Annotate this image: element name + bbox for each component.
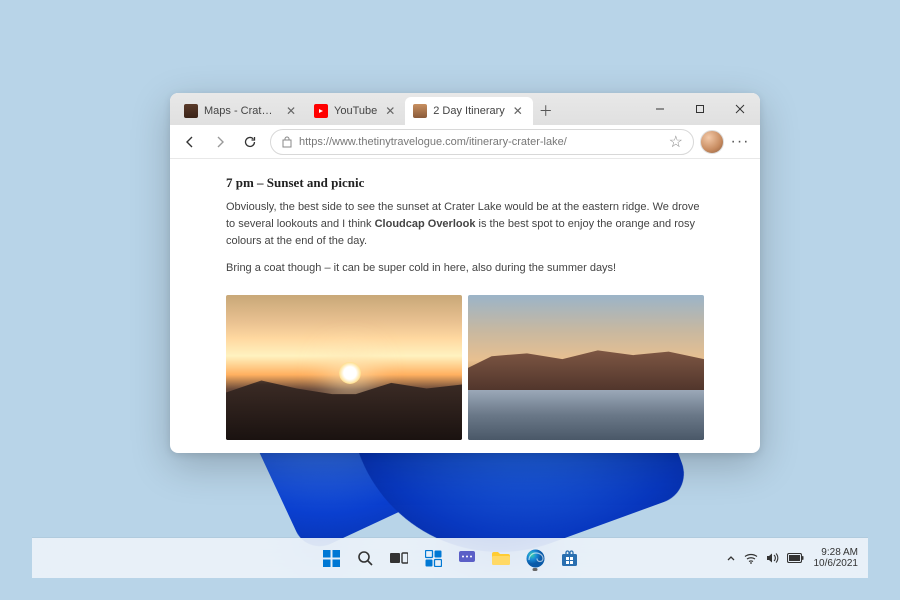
article-paragraph: Bring a coat though – it can be super co… bbox=[226, 260, 704, 277]
forward-button[interactable] bbox=[206, 128, 234, 156]
nps-icon bbox=[184, 104, 198, 118]
more-menu-button[interactable]: ··· bbox=[726, 128, 754, 156]
edge-button[interactable] bbox=[521, 544, 549, 572]
system-tray[interactable] bbox=[726, 552, 804, 564]
close-window-button[interactable] bbox=[720, 93, 760, 125]
minimize-button[interactable] bbox=[640, 93, 680, 125]
sunset-photo-1 bbox=[226, 295, 462, 440]
taskbar: 9:28 AM 10/6/2021 bbox=[32, 538, 868, 578]
taskbar-right: 9:28 AM 10/6/2021 bbox=[726, 547, 859, 570]
window-controls bbox=[640, 93, 760, 125]
site-info-icon[interactable] bbox=[281, 136, 293, 148]
close-tab-button[interactable]: ✕ bbox=[511, 104, 525, 118]
tab-strip: Maps - Crater Lake ✕ YouTube ✕ 2 Day Iti… bbox=[170, 93, 640, 125]
taskbar-center bbox=[317, 544, 583, 572]
titlebar[interactable]: Maps - Crater Lake ✕ YouTube ✕ 2 Day Iti… bbox=[170, 93, 760, 125]
time-label: 9:28 AM bbox=[814, 547, 859, 559]
youtube-icon bbox=[314, 104, 328, 118]
photo-gallery bbox=[226, 295, 704, 440]
refresh-button[interactable] bbox=[236, 128, 264, 156]
profile-avatar[interactable] bbox=[700, 130, 724, 154]
battery-icon[interactable] bbox=[787, 553, 804, 563]
tab-itinerary[interactable]: 2 Day Itinerary ✕ bbox=[405, 97, 533, 125]
start-button[interactable] bbox=[317, 544, 345, 572]
article-paragraph: Obviously, the best side to see the suns… bbox=[226, 199, 704, 250]
sunset-photo-2 bbox=[468, 295, 704, 440]
page-content[interactable]: 7 pm – Sunset and picnic Obviously, the … bbox=[170, 159, 760, 453]
toolbar: ☆ ··· bbox=[170, 125, 760, 159]
store-button[interactable] bbox=[555, 544, 583, 572]
widgets-button[interactable] bbox=[419, 544, 447, 572]
address-bar[interactable]: ☆ bbox=[270, 129, 694, 155]
close-tab-button[interactable]: ✕ bbox=[383, 104, 397, 118]
new-tab-button[interactable]: ＋ bbox=[533, 97, 559, 125]
maximize-button[interactable] bbox=[680, 93, 720, 125]
wifi-icon[interactable] bbox=[744, 553, 758, 564]
tab-youtube[interactable]: YouTube ✕ bbox=[306, 97, 405, 125]
chat-button[interactable] bbox=[453, 544, 481, 572]
close-tab-button[interactable]: ✕ bbox=[284, 104, 298, 118]
volume-icon[interactable] bbox=[766, 552, 779, 564]
tab-maps[interactable]: Maps - Crater Lake ✕ bbox=[176, 97, 306, 125]
search-button[interactable] bbox=[351, 544, 379, 572]
task-view-button[interactable] bbox=[385, 544, 413, 572]
date-label: 10/6/2021 bbox=[814, 558, 859, 570]
desktop: Maps - Crater Lake ✕ YouTube ✕ 2 Day Iti… bbox=[0, 0, 900, 600]
tab-label: YouTube bbox=[334, 105, 377, 117]
tab-label: Maps - Crater Lake bbox=[204, 105, 278, 117]
chevron-up-icon[interactable] bbox=[726, 553, 736, 563]
hiker-icon bbox=[413, 104, 427, 118]
browser-window: Maps - Crater Lake ✕ YouTube ✕ 2 Day Iti… bbox=[170, 93, 760, 453]
favorite-icon[interactable]: ☆ bbox=[669, 132, 683, 152]
article-heading: 7 pm – Sunset and picnic bbox=[226, 173, 704, 193]
back-button[interactable] bbox=[176, 128, 204, 156]
file-explorer-button[interactable] bbox=[487, 544, 515, 572]
tab-label: 2 Day Itinerary bbox=[433, 105, 505, 117]
clock[interactable]: 9:28 AM 10/6/2021 bbox=[814, 547, 859, 570]
url-input[interactable] bbox=[299, 136, 663, 148]
